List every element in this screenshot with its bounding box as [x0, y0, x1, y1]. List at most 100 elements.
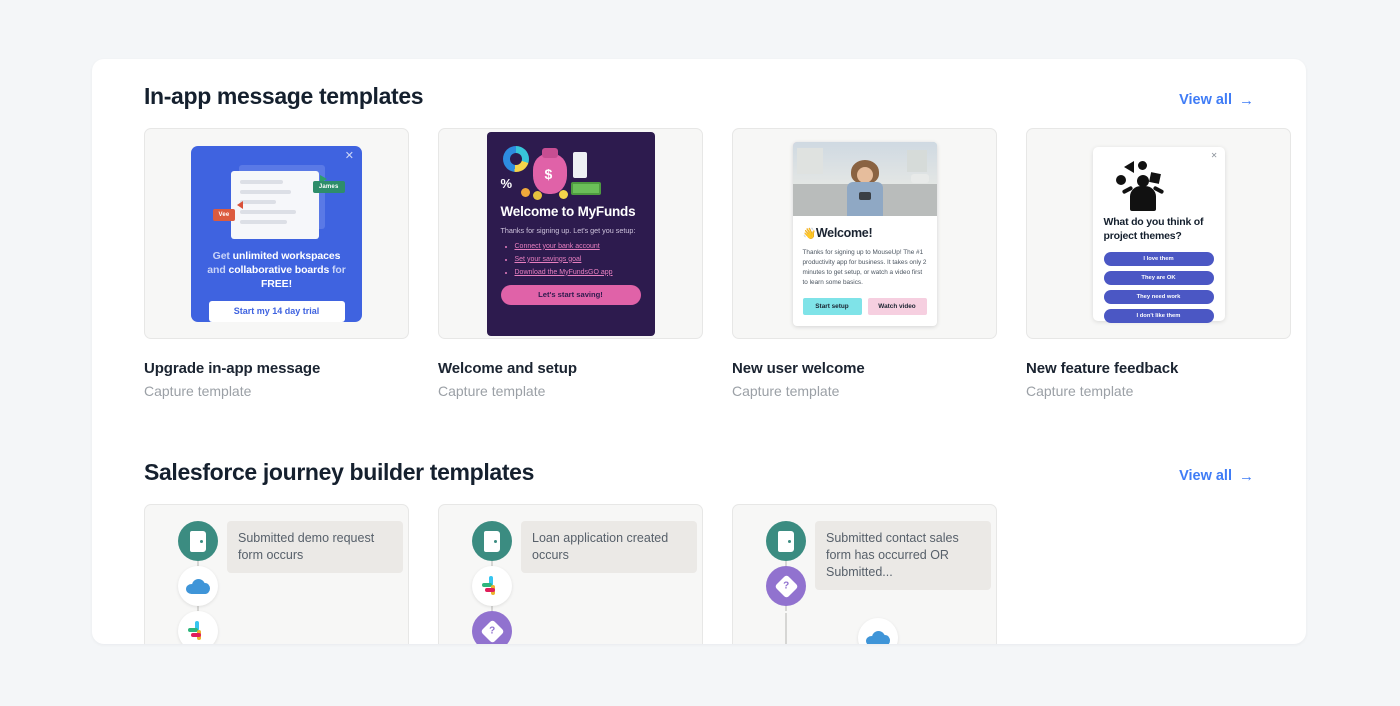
template-card-welcome-setup[interactable]: % $ Welcome to MyFunds Thanks for signin… — [438, 128, 703, 399]
decision-diamond-icon: ? — [773, 573, 799, 599]
headline-bold-boards: collaborative boards — [228, 264, 330, 277]
entry-source-node[interactable] — [766, 521, 806, 561]
template-thumbnail-new-user-welcome[interactable]: 👋Welcome! Thanks for signing up to Mouse… — [732, 128, 997, 339]
text-line — [239, 219, 288, 224]
list-item[interactable]: Download the MyFundsGO app — [515, 269, 641, 276]
view-all-link-in-app[interactable]: View all → — [1179, 92, 1254, 108]
wave-hand-icon: 👋 — [802, 227, 817, 240]
slack-node[interactable] — [472, 566, 512, 606]
document-illustration: James Vee — [212, 163, 345, 240]
feedback-option-ok[interactable]: They are OK — [1103, 270, 1214, 285]
close-icon[interactable]: ✕ — [345, 150, 354, 162]
template-thumbnail-upgrade[interactable]: ✕ James Vee Get unlimited workspaces and… — [144, 128, 409, 339]
link-savings-goal[interactable]: Set your savings goal — [515, 256, 582, 263]
shape-circle-icon — [1115, 174, 1126, 185]
journey-grid: Submitted demo request form occurs ? Loa… — [144, 504, 1254, 644]
journey-card-loan-application[interactable]: ? Loan application created occurs — [438, 504, 703, 644]
journey-trigger-label: Loan application created occurs — [521, 521, 697, 573]
journey-card-contact-sales[interactable]: ? Submitted contact sales form has occur… — [732, 504, 997, 644]
template-card-feature-feedback[interactable]: ✕ What do you think of project themes? I… — [1026, 128, 1291, 399]
door-icon — [484, 530, 500, 552]
dollar-icon: $ — [544, 165, 553, 182]
start-setup-button[interactable]: Start setup — [802, 297, 862, 315]
juggler-figure — [1121, 174, 1164, 211]
view-all-link-salesforce[interactable]: View all → — [1179, 468, 1254, 484]
headline-pre: Get — [212, 250, 233, 263]
upgrade-headline: Get unlimited workspaces and collaborati… — [203, 249, 350, 291]
decision-node[interactable]: ? — [766, 566, 806, 606]
salesforce-journey-section: Salesforce journey builder templates Vie… — [92, 399, 1306, 644]
slack-icon — [482, 576, 502, 596]
start-trial-button[interactable]: Start my 14 day trial — [208, 301, 345, 322]
myfunds-subtitle: Thanks for signing up. Let's get you set… — [500, 225, 636, 235]
journey-trigger-label: Submitted demo request form occurs — [227, 521, 403, 573]
salesforce-node[interactable] — [178, 566, 218, 606]
slack-icon — [188, 621, 208, 641]
hero-photo — [792, 141, 937, 216]
template-thumbnail-welcome-setup[interactable]: % $ Welcome to MyFunds Thanks for signin… — [438, 128, 703, 339]
photo-building — [906, 149, 927, 172]
photo-car — [910, 173, 929, 183]
cursor-label-james: James — [312, 180, 345, 193]
in-app-message-section: In-app message templates View all → ✕ Ja… — [92, 59, 1306, 399]
arrow-right-icon: → — [1239, 91, 1254, 109]
text-line — [239, 179, 283, 184]
list-item[interactable]: Set your savings goal — [515, 256, 641, 263]
template-subtitle: Capture template — [1026, 383, 1134, 399]
template-card-upgrade[interactable]: ✕ James Vee Get unlimited workspaces and… — [144, 128, 409, 399]
coin-icon — [532, 190, 542, 200]
upgrade-message-preview: ✕ James Vee Get unlimited workspaces and… — [191, 145, 362, 322]
person-face — [856, 166, 873, 183]
list-item[interactable]: Connect your bank account — [515, 243, 641, 250]
welcome-body: 👋Welcome! Thanks for signing up to Mouse… — [793, 216, 937, 315]
photo-person — [845, 158, 885, 216]
figure-body — [1129, 185, 1156, 211]
slack-node[interactable] — [178, 611, 218, 644]
coin-icon — [520, 187, 530, 197]
myfunds-title: Welcome to MyFunds — [500, 203, 636, 219]
template-thumbnail-feature-feedback[interactable]: ✕ What do you think of project themes? I… — [1026, 128, 1291, 339]
new-user-welcome-preview: 👋Welcome! Thanks for signing up to Mouse… — [792, 141, 937, 326]
text-line — [239, 189, 292, 194]
donut-chart-icon — [502, 145, 529, 172]
template-subtitle: Capture template — [438, 383, 546, 399]
salesforce-node[interactable] — [858, 618, 898, 644]
journey-trigger-label: Submitted contact sales form has occurre… — [815, 521, 991, 590]
section-title-salesforce: Salesforce journey builder templates — [144, 459, 535, 485]
receipt-icon — [572, 151, 587, 178]
welcome-heading: 👋Welcome! — [803, 226, 927, 240]
template-subtitle: Capture template — [144, 383, 252, 399]
cursor-red-icon — [236, 200, 243, 209]
arrow-right-icon: → — [1239, 467, 1254, 485]
watch-video-button[interactable]: Watch video — [867, 297, 927, 315]
template-title: New user welcome — [732, 360, 865, 377]
coin-icon — [558, 189, 568, 199]
template-title: New feature feedback — [1026, 360, 1179, 377]
connector-line — [785, 613, 787, 644]
headline-mid: and — [207, 264, 229, 277]
headline-bold-workspaces: unlimited workspaces — [232, 250, 341, 263]
link-download-app[interactable]: Download the MyFundsGO app — [515, 269, 613, 276]
feedback-options: I love them They are OK They need work I… — [1103, 251, 1214, 323]
feedback-option-dislike[interactable]: I don't like them — [1103, 308, 1214, 323]
feedback-message-preview: ✕ What do you think of project themes? I… — [1092, 146, 1225, 323]
feedback-option-needs-work[interactable]: They need work — [1103, 289, 1214, 304]
headline-bold-free: FREE! — [260, 278, 292, 291]
entry-source-node[interactable] — [178, 521, 218, 561]
photo-building — [796, 147, 823, 174]
money-bag-icon: $ — [532, 147, 567, 194]
entry-source-node[interactable] — [472, 521, 512, 561]
journey-card-demo-request[interactable]: Submitted demo request form occurs — [144, 504, 409, 644]
finance-illustration: % $ — [501, 145, 641, 202]
feedback-question: What do you think of project themes? — [1103, 215, 1204, 242]
link-connect-bank[interactable]: Connect your bank account — [515, 243, 600, 250]
view-all-label: View all — [1179, 468, 1232, 484]
template-card-new-user-welcome[interactable]: 👋Welcome! Thanks for signing up to Mouse… — [732, 128, 997, 399]
start-saving-button[interactable]: Let's start saving! — [500, 284, 641, 305]
text-line — [239, 199, 276, 204]
section-header: In-app message templates View all → — [144, 83, 1254, 110]
juggler-illustration — [1104, 159, 1214, 211]
shape-triangle-icon — [1123, 160, 1134, 173]
decision-node[interactable]: ? — [472, 611, 512, 644]
feedback-option-love[interactable]: I love them — [1103, 251, 1214, 266]
